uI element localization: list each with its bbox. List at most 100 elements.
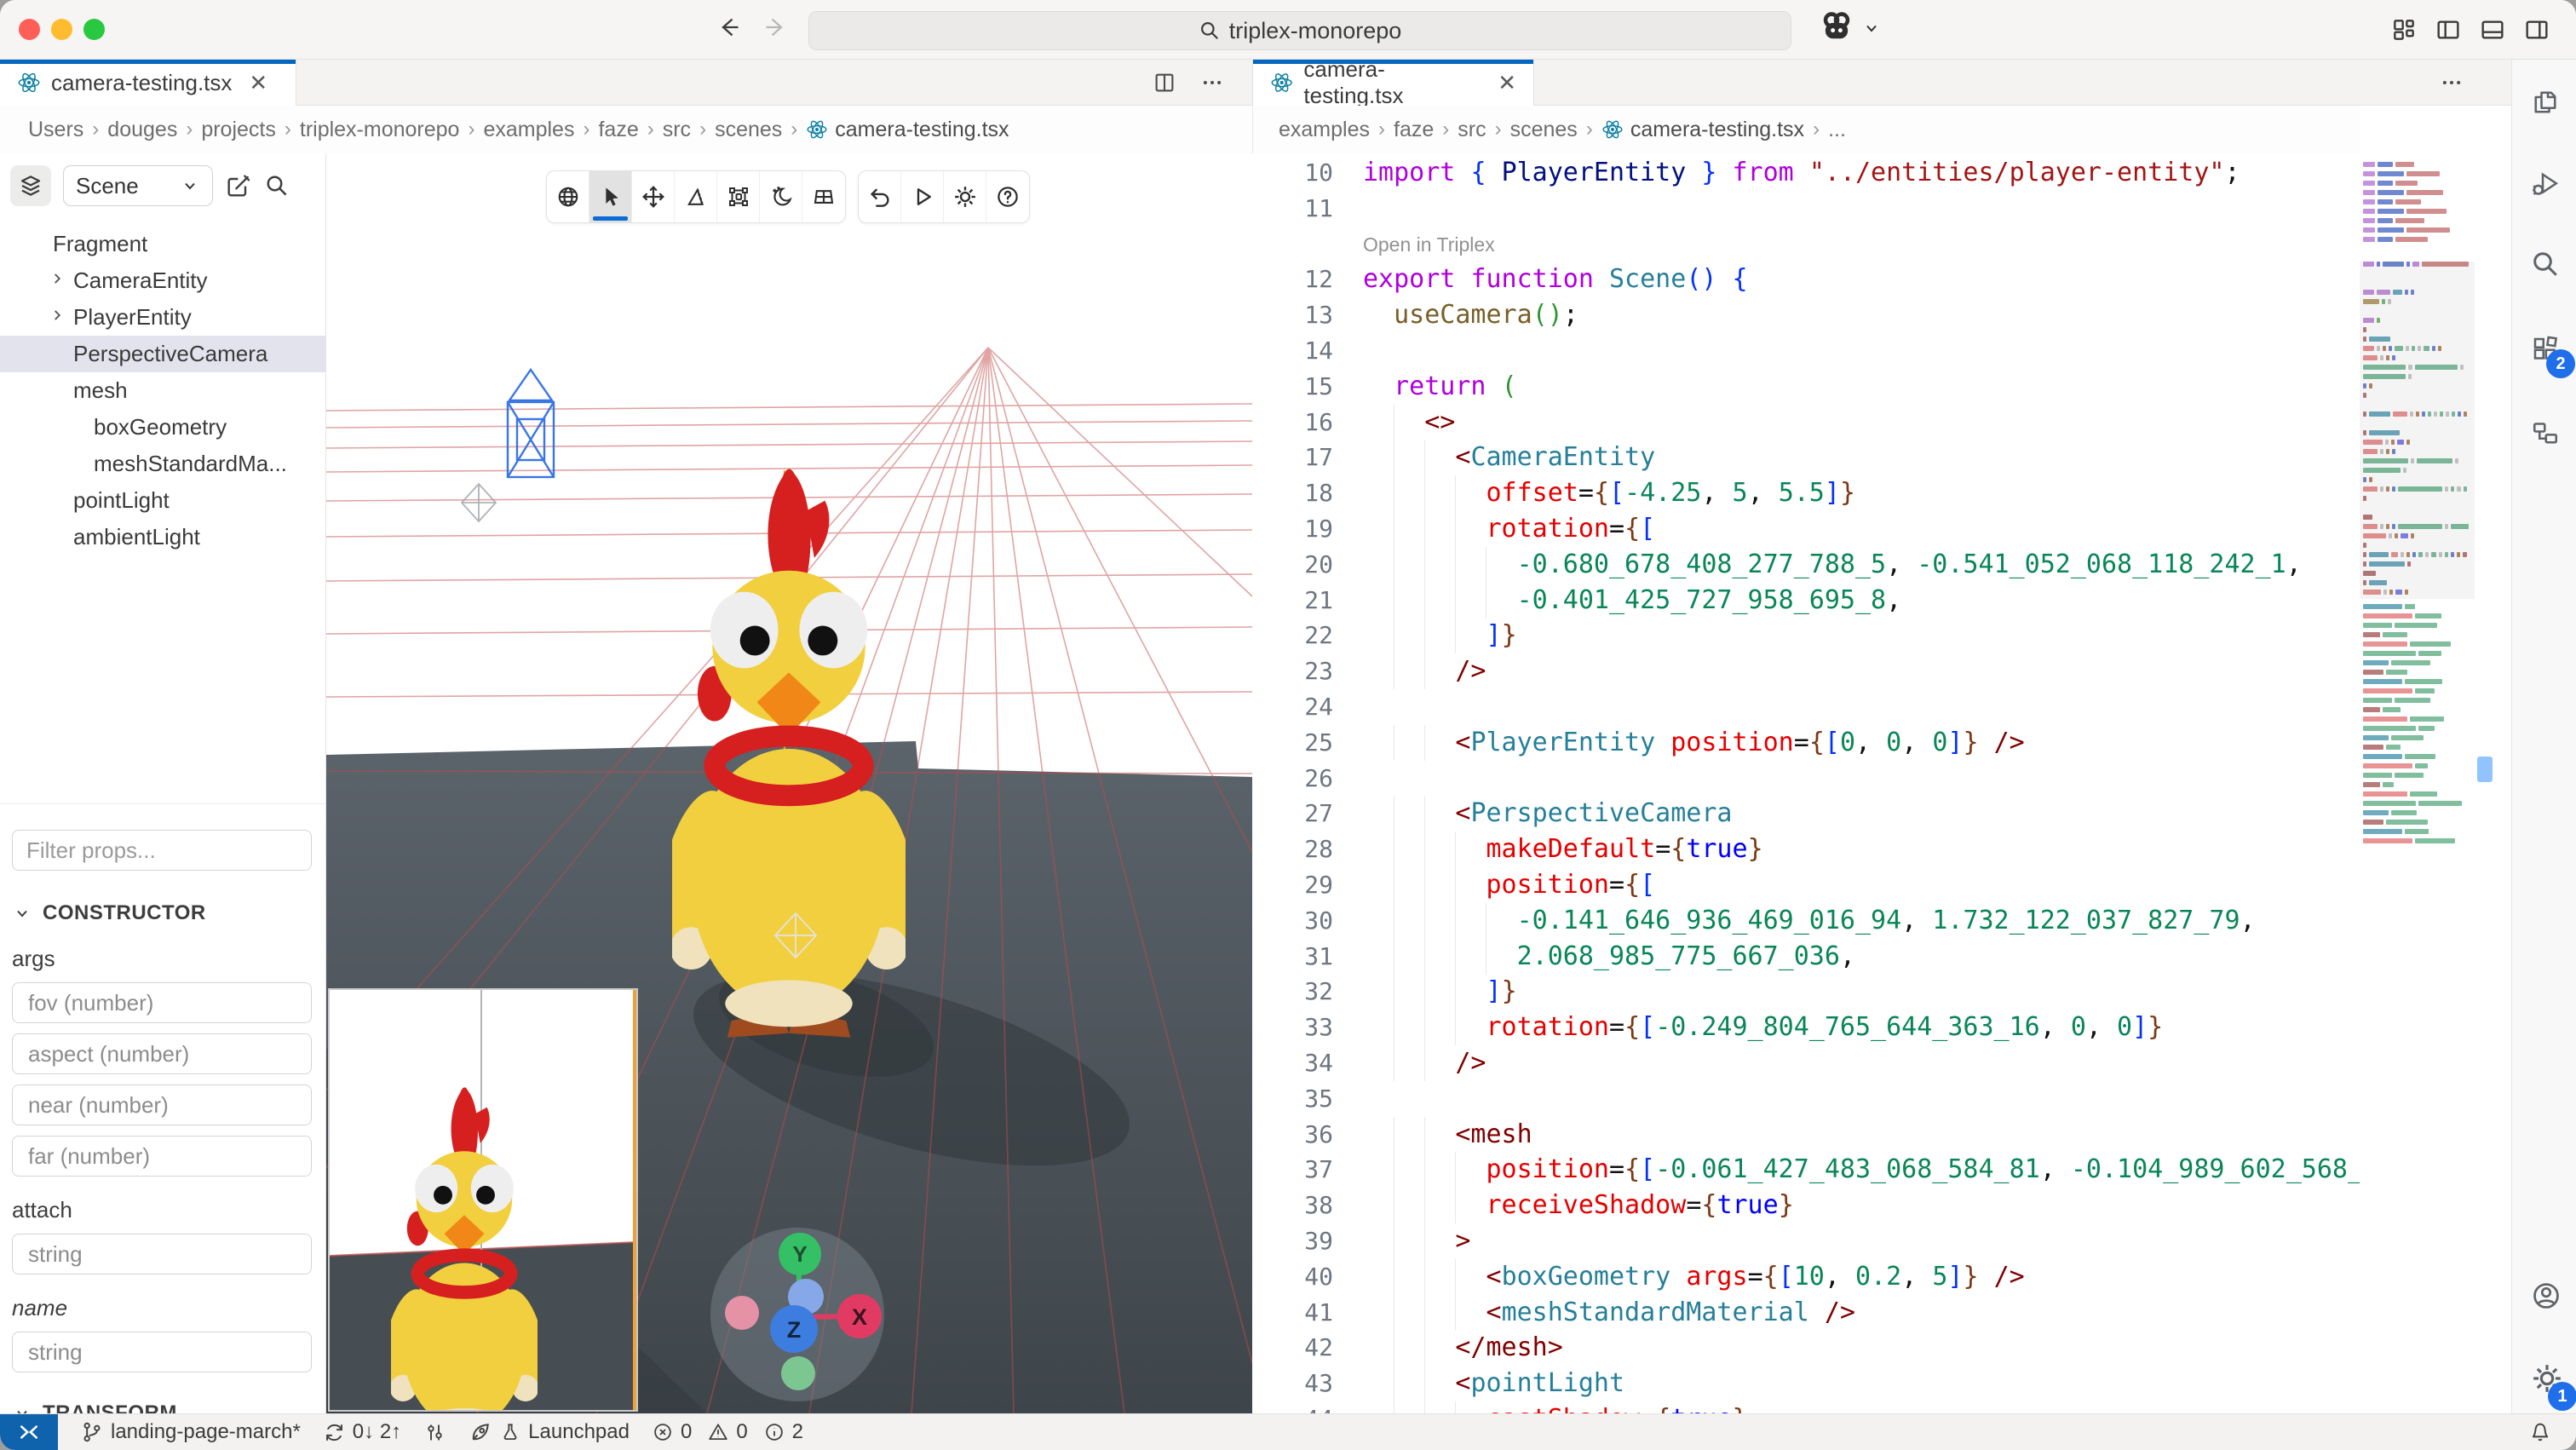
section-header-constructor[interactable]: CONSTRUCTOR — [12, 901, 326, 925]
tab-close-icon[interactable]: ✕ — [249, 70, 267, 96]
code-line: 10import { PlayerEntity } from "../entit… — [1252, 155, 2360, 191]
scale-tool-button[interactable] — [717, 171, 760, 222]
breadcrumb-item[interactable]: examples — [483, 118, 574, 142]
breadcrumb-item[interactable]: triplex-monorepo — [300, 118, 460, 142]
notifications-bell-icon[interactable] — [2528, 1419, 2552, 1443]
project-search-input[interactable]: triplex-monorepo — [808, 11, 1791, 50]
breadcrumb-item[interactable]: projects — [201, 118, 276, 142]
more-actions-icon[interactable] — [2439, 70, 2464, 95]
breadcrumb-item[interactable]: faze — [1394, 118, 1434, 142]
breadcrumb[interactable]: Users›douges›projects›triplex-monorepo›e… — [0, 106, 1252, 153]
search-scene-icon[interactable] — [264, 173, 290, 199]
prop-input-args[interactable]: fov (number) — [12, 982, 312, 1023]
prop-input-args[interactable]: far (number) — [12, 1136, 312, 1177]
window-zoom-button[interactable] — [83, 19, 105, 40]
undo-button[interactable] — [859, 171, 901, 222]
breadcrumb-item[interactable]: scenes — [715, 118, 782, 142]
tree-item-ambientlight[interactable]: ambientLight — [0, 519, 326, 555]
breadcrumb-item[interactable]: src — [1458, 118, 1486, 142]
tree-item-cameraentity[interactable]: CameraEntity — [0, 262, 326, 299]
more-actions-icon[interactable] — [1199, 70, 1225, 95]
breadcrumb-separator: › — [468, 118, 474, 141]
layers-button[interactable] — [10, 165, 51, 206]
scale-icon — [726, 184, 751, 210]
warnings-count: 0 — [736, 1420, 747, 1444]
viewport-3d[interactable]: Y X Z — [326, 153, 1252, 1413]
forward-button[interactable] — [763, 15, 787, 39]
breadcrumb-item[interactable]: douges — [107, 118, 177, 142]
minimap[interactable] — [2360, 153, 2475, 1413]
tree-item-fragment[interactable]: Fragment — [0, 226, 326, 262]
hierarchy-icon[interactable] — [2530, 417, 2561, 448]
line-number: 29 — [1252, 867, 1333, 903]
breadcrumb-item[interactable]: scenes — [1510, 118, 1578, 142]
select-tool-button[interactable] — [589, 171, 632, 222]
tab-camera-testing-left[interactable]: camera-testing.tsx ✕ — [0, 60, 296, 106]
tree-item-meshstandardma[interactable]: meshStandardMa... — [0, 446, 326, 482]
window-minimize-button[interactable] — [51, 19, 72, 40]
prop-label-args: args — [12, 946, 326, 972]
remote-indicator[interactable] — [0, 1414, 58, 1450]
sync-item[interactable]: 0↓ 2↑ — [323, 1420, 401, 1444]
customize-layout-button[interactable] — [2390, 16, 2418, 43]
tab-close-icon[interactable]: ✕ — [1498, 70, 1516, 96]
prop-input-args[interactable]: aspect (number) — [12, 1033, 312, 1074]
search-icon — [1199, 20, 1221, 42]
play-button[interactable] — [901, 171, 944, 222]
translate-tool-button[interactable] — [632, 171, 675, 222]
toggle-right-panel-button[interactable] — [2523, 16, 2550, 43]
search-icon[interactable] — [2530, 249, 2561, 279]
triplex-robot-menu[interactable] — [1819, 10, 1882, 46]
tab-camera-testing-right[interactable]: camera-testing.tsx ✕ — [1253, 60, 1534, 106]
line-number: 34 — [1252, 1045, 1333, 1081]
account-icon[interactable] — [2530, 1280, 2562, 1312]
line-number: 10 — [1252, 155, 1333, 191]
breadcrumb-file[interactable]: camera-testing.tsx — [806, 118, 1009, 142]
grid-toggle-button[interactable] — [802, 171, 845, 222]
new-file-icon[interactable] — [225, 172, 252, 199]
scrollbar-marker[interactable] — [2477, 757, 2493, 782]
chevron-right-icon[interactable] — [48, 268, 66, 294]
tree-item-pointlight[interactable]: pointLight — [0, 482, 326, 519]
scene-selector-dropdown[interactable]: Scene — [63, 165, 213, 206]
settings-button[interactable] — [944, 171, 986, 222]
prop-input-name[interactable]: string — [12, 1332, 312, 1372]
tree-item-perspectivecamera[interactable]: PerspectiveCamera — [0, 336, 326, 372]
explorer-icon[interactable] — [2530, 87, 2561, 118]
scene-selector-value: Scene — [76, 173, 139, 199]
codelens-open-in-triplex[interactable]: Open in Triplex — [1363, 227, 1495, 262]
prop-input-attach[interactable]: string — [12, 1234, 312, 1275]
breadcrumb-tail[interactable]: ... — [1828, 118, 1846, 142]
launchpad-item[interactable]: Launchpad — [469, 1420, 630, 1444]
line-number: 24 — [1252, 689, 1333, 725]
toggle-bottom-panel-button[interactable] — [2479, 16, 2506, 43]
code-line: 15 return ( — [1252, 369, 2360, 405]
problems-item[interactable]: 0 0 2 — [652, 1420, 803, 1444]
tune-item[interactable] — [423, 1421, 446, 1444]
breadcrumb-item[interactable]: src — [663, 118, 691, 142]
tree-item-boxgeometry[interactable]: boxGeometry — [0, 409, 326, 446]
git-branch-item[interactable]: landing-page-march* — [80, 1420, 301, 1444]
split-editor-icon[interactable] — [1152, 70, 1177, 95]
breadcrumb-file[interactable]: camera-testing.tsx — [1601, 118, 1804, 142]
code-editor[interactable]: 10import { PlayerEntity } from "../entit… — [1252, 153, 2360, 1413]
tree-item-mesh[interactable]: mesh — [0, 372, 326, 409]
breadcrumb-item[interactable]: faze — [598, 118, 638, 142]
filter-props-input[interactable]: Filter props... — [12, 830, 312, 871]
prop-input-args[interactable]: near (number) — [12, 1085, 312, 1125]
window-close-button[interactable] — [19, 19, 40, 40]
axis-gizmo[interactable]: Y X Z — [708, 1225, 887, 1404]
tree-item-playerentity[interactable]: PlayerEntity — [0, 299, 326, 336]
breadcrumb-item[interactable]: Users — [28, 118, 83, 142]
theme-toggle-button[interactable] — [760, 171, 802, 222]
toggle-left-panel-button[interactable] — [2435, 16, 2462, 43]
run-debug-icon[interactable] — [2530, 169, 2561, 199]
chevron-right-icon[interactable] — [48, 304, 66, 331]
breadcrumb[interactable]: examples›faze›src›scenes›camera-testing.… — [1252, 106, 2360, 153]
rotate-tool-button[interactable] — [675, 171, 717, 222]
world-space-button[interactable] — [547, 171, 589, 222]
beaker-icon — [499, 1421, 521, 1443]
back-button[interactable] — [717, 15, 741, 39]
help-button[interactable] — [986, 171, 1029, 222]
breadcrumb-item[interactable]: examples — [1279, 118, 1370, 142]
